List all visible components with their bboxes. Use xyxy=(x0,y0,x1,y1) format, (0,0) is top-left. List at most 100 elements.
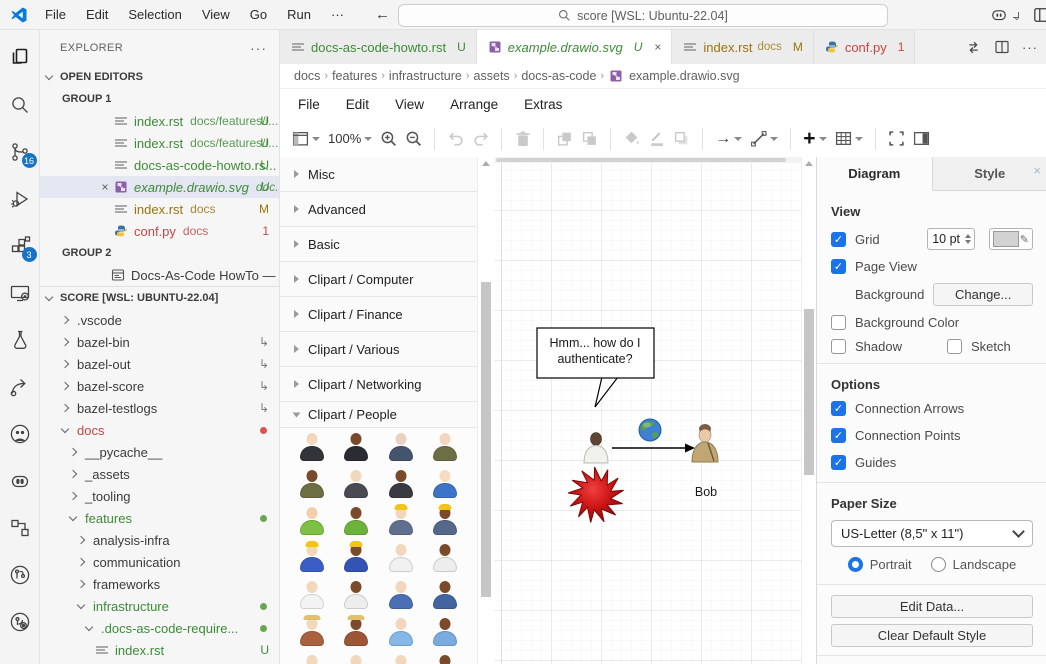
grid-checkbox[interactable]: ✓ xyxy=(831,232,846,247)
search-icon[interactable] xyxy=(0,81,40,128)
sketch-checkbox[interactable] xyxy=(947,339,962,354)
format-panel-close-icon[interactable]: × xyxy=(1033,163,1041,178)
grid-color-button[interactable]: ✎ xyxy=(989,228,1033,250)
person-shape-7[interactable] xyxy=(388,469,414,498)
drawio-menu-extras[interactable]: Extras xyxy=(524,97,562,112)
palette-scrollbar-thumb[interactable] xyxy=(481,282,491,597)
scroll-up-icon[interactable] xyxy=(482,161,490,166)
person-shape-27[interactable] xyxy=(388,654,414,664)
person-shape-16[interactable] xyxy=(432,543,458,572)
copilot-icon[interactable] xyxy=(989,5,1009,25)
palette-scrollbar[interactable] xyxy=(477,157,494,664)
tree-item-bazeltestlogs[interactable]: bazel-testlogs↳ xyxy=(40,397,279,419)
grid-size-stepper[interactable] xyxy=(962,234,974,244)
nav-back-icon[interactable]: ← xyxy=(375,6,390,23)
landscape-radio[interactable] xyxy=(931,557,946,572)
source-control-icon[interactable]: 16 xyxy=(0,128,40,175)
tab-style[interactable]: Style xyxy=(933,157,1046,190)
scroll-up-icon[interactable] xyxy=(805,161,813,166)
person-shape-13[interactable] xyxy=(299,543,325,572)
waypoint-arrow-icon[interactable]: → xyxy=(715,130,742,148)
layout-icon[interactable] xyxy=(292,130,320,147)
connection-arrows-checkbox[interactable]: ✓ xyxy=(831,401,846,416)
person-shape-24[interactable] xyxy=(432,617,458,646)
tree-item-indexrst[interactable]: index.rstU xyxy=(40,639,279,661)
open-editor-item[interactable]: index.rstdocsM xyxy=(40,198,279,220)
to-front-icon[interactable] xyxy=(556,130,573,147)
grid-size-input[interactable]: 10 pt xyxy=(927,228,975,250)
tree-item-tooling[interactable]: _tooling xyxy=(40,485,279,507)
person-shape-15[interactable] xyxy=(388,543,414,572)
breadcrumb-item[interactable]: docs-as-code xyxy=(521,69,596,83)
tab-more-icon[interactable]: ··· xyxy=(1022,40,1038,55)
chevron-down-icon[interactable]: ⌄ xyxy=(1013,12,1019,18)
palette-section-clipart-networking[interactable]: Clipart / Networking xyxy=(280,367,477,402)
menu-item-moremoremore[interactable]: ··· xyxy=(322,4,353,25)
open-editor-item[interactable]: index.rstdocs/features/i...U xyxy=(40,110,279,132)
to-back-icon[interactable] xyxy=(581,130,598,147)
paper-size-select[interactable]: US-Letter (8,5" x 11") xyxy=(831,520,1033,547)
person-shape-2[interactable] xyxy=(343,432,369,461)
fill-color-icon[interactable] xyxy=(623,130,640,147)
clear-default-style-button[interactable]: Clear Default Style xyxy=(831,624,1033,647)
drawio-menu-view[interactable]: View xyxy=(395,97,424,112)
tree-item-pycache[interactable]: __pycache__ xyxy=(40,441,279,463)
remote-explorer-icon[interactable] xyxy=(0,269,40,316)
delete-icon[interactable] xyxy=(514,130,531,147)
person-shape-5[interactable] xyxy=(299,469,325,498)
menu-item-go[interactable]: Go xyxy=(241,4,276,25)
person-shape-23[interactable] xyxy=(388,617,414,646)
person-bob-shape[interactable] xyxy=(692,424,718,462)
guides-checkbox[interactable]: ✓ xyxy=(831,455,846,470)
palette-section-clipart-people[interactable]: Clipart / People xyxy=(280,402,477,428)
tree-item-bazelbin[interactable]: bazel-bin↳ xyxy=(40,331,279,353)
bob-label[interactable]: Bob xyxy=(695,485,717,499)
shadow-checkbox[interactable] xyxy=(831,339,846,354)
person-shape-21[interactable] xyxy=(299,617,325,646)
person-shape-1[interactable] xyxy=(299,432,325,461)
person-shape-4[interactable] xyxy=(432,432,458,461)
line-color-icon[interactable] xyxy=(648,130,665,147)
tab-close-icon[interactable]: × xyxy=(654,40,661,54)
drawio-canvas[interactable]: Hmm... how do I authenticate? xyxy=(494,157,801,664)
breadcrumb-item[interactable]: features xyxy=(332,69,377,83)
open-editor-item[interactable]: conf.pydocs1 xyxy=(40,220,279,242)
org-chart-icon[interactable] xyxy=(0,504,40,551)
tree-item-docsascoderequire[interactable]: .docs-as-code-require... xyxy=(40,617,279,639)
person-alice-shape[interactable] xyxy=(584,433,608,464)
zoom-level[interactable]: 100% xyxy=(328,131,372,146)
palette-section-clipart-various[interactable]: Clipart / Various xyxy=(280,332,477,367)
menu-item-edit[interactable]: Edit xyxy=(77,4,117,25)
breadcrumb-item[interactable]: assets xyxy=(474,69,510,83)
tree-item-communication[interactable]: communication xyxy=(40,551,279,573)
redo-icon[interactable] xyxy=(472,130,489,147)
open-editor-item[interactable]: Docs-As-Code HowTo — Sc... xyxy=(40,264,279,286)
change-background-button[interactable]: Change... xyxy=(933,283,1033,306)
menu-item-file[interactable]: File xyxy=(36,4,75,25)
person-shape-28[interactable] xyxy=(432,654,458,664)
person-shape-12[interactable] xyxy=(432,506,458,535)
page-view-checkbox[interactable]: ✓ xyxy=(831,259,846,274)
menu-item-run[interactable]: Run xyxy=(278,4,320,25)
edit-data-button[interactable]: Edit Data... xyxy=(831,595,1033,618)
menu-item-selection[interactable]: Selection xyxy=(119,4,190,25)
person-shape-11[interactable] xyxy=(388,506,414,535)
breadcrumb-item[interactable]: docs xyxy=(294,69,320,83)
person-shape-20[interactable] xyxy=(432,580,458,609)
person-shape-17[interactable] xyxy=(299,580,325,609)
person-shape-18[interactable] xyxy=(343,580,369,609)
explorer-icon[interactable] xyxy=(0,34,40,81)
zoom-in-icon[interactable] xyxy=(380,130,397,147)
tree-item-assets[interactable]: _assets xyxy=(40,463,279,485)
tab-docsascodehowtorst[interactable]: docs-as-code-howto.rstU xyxy=(280,30,477,64)
background-color-checkbox[interactable] xyxy=(831,315,846,330)
extensions-icon[interactable]: 3 xyxy=(0,222,40,269)
portrait-radio[interactable] xyxy=(848,557,863,572)
git-graph-icon[interactable] xyxy=(0,598,40,645)
tree-item-bazelscore[interactable]: bazel-score↳ xyxy=(40,375,279,397)
breadcrumb-item[interactable]: example.drawio.svg xyxy=(629,69,739,83)
menu-item-view[interactable]: View xyxy=(193,4,239,25)
live-share-icon[interactable] xyxy=(0,363,40,410)
tree-item-bazelout[interactable]: bazel-out↳ xyxy=(40,353,279,375)
person-shape-19[interactable] xyxy=(388,580,414,609)
